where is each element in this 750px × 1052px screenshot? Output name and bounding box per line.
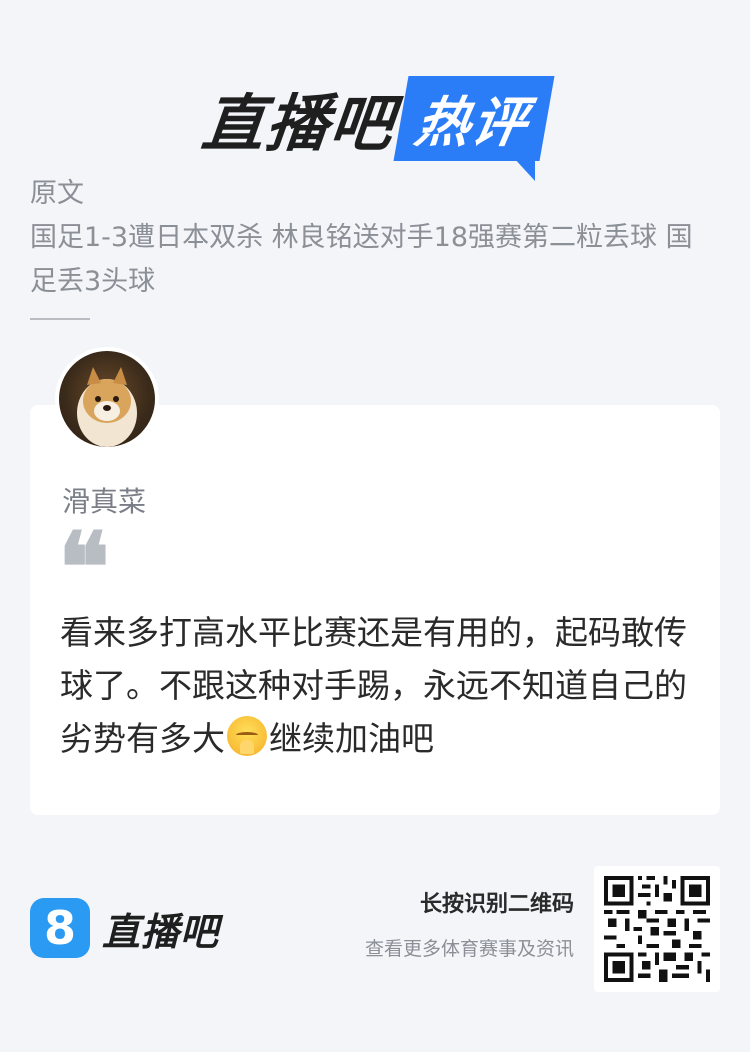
origin-section: 原文 国足1-3遭日本双杀 林良铭送对手18强赛第二粒丢球 国足丢3头球 xyxy=(30,172,710,304)
qr-title: 长按识别二维码 xyxy=(419,892,574,917)
qr-code[interactable] xyxy=(594,866,720,992)
brand-logo-icon: 8 xyxy=(30,898,90,958)
footer-brand[interactable]: 8 直播吧 xyxy=(30,898,219,958)
logo-hot-text: 热评 xyxy=(393,75,555,161)
header-logo: 直播吧 热评 xyxy=(0,68,750,181)
qr-code-icon xyxy=(604,876,710,982)
quote-icon: ❝ xyxy=(58,511,110,624)
brand-name: 直播吧 xyxy=(102,909,220,954)
logo-main-text: 直播吧 xyxy=(198,87,399,160)
divider xyxy=(30,318,90,320)
qr-subtitle: 查看更多体育赛事及资讯 xyxy=(364,938,574,960)
origin-title[interactable]: 国足1-3遭日本双杀 林良铭送对手18强赛第二粒丢球 国足丢3头球 xyxy=(30,216,710,304)
origin-label: 原文 xyxy=(30,178,84,209)
dog-avatar-icon xyxy=(77,367,137,447)
logo-hot-badge: 热评 xyxy=(393,75,555,181)
comment-text-end: 继续加油吧 xyxy=(269,719,434,758)
pensive-face-icon xyxy=(227,716,267,756)
avatar[interactable] xyxy=(55,347,159,451)
comment-text: 看来多打高水平比赛还是有用的，起码敢传球了。不跟这种对手踢，永远不知道自己的劣势… xyxy=(60,606,700,765)
